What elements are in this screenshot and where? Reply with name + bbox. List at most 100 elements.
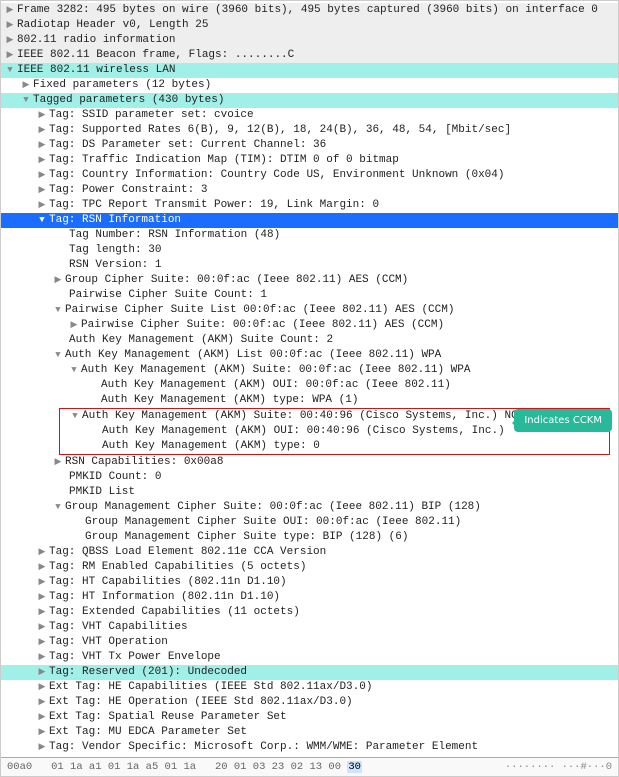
hex-pane[interactable]: 00a0 01 1a a1 01 1a a5 01 1a 20 01 03 23… (1, 757, 618, 776)
label: PMKID Count: 0 (69, 470, 161, 485)
label: Group Management Cipher Suite OUI: 00:0f… (85, 515, 461, 530)
tree-row-beacon[interactable]: ▶IEEE 802.11 Beacon frame, Flags: ......… (1, 48, 618, 63)
disclosure-right-icon: ▶ (37, 665, 47, 680)
disclosure-right-icon: ▶ (37, 168, 47, 183)
tree-row-akmcnt[interactable]: Auth Key Management (AKM) Suite Count: 2 (1, 333, 618, 348)
label: Tag: TPC Report Transmit Power: 19, Link… (49, 198, 379, 213)
tree-row-taglen[interactable]: Tag length: 30 (1, 243, 618, 258)
tree-row-tagged[interactable]: ▼Tagged parameters (430 bytes) (1, 93, 618, 108)
tree-row-akm1-oui[interactable]: Auth Key Management (AKM) OUI: 00:0f:ac … (1, 378, 618, 393)
tree-row-country[interactable]: ▶Tag: Country Information: Country Code … (1, 168, 618, 183)
tree-row-rsnver[interactable]: RSN Version: 1 (1, 258, 618, 273)
tree-row-gmcs[interactable]: ▼Group Management Cipher Suite: 00:0f:ac… (1, 500, 618, 515)
tree-row-gmcs-type[interactable]: Group Management Cipher Suite type: BIP … (1, 530, 618, 545)
tree-row-ext[interactable]: ▶Tag: Extended Capabilities (11 octets) (1, 605, 618, 620)
tree-row-akm2-type[interactable]: Auth Key Management (AKM) type: 0 (60, 439, 609, 454)
disclosure-right-icon: ▶ (37, 153, 47, 168)
tree-row-radio[interactable]: ▶802.11 radio information (1, 33, 618, 48)
label: Auth Key Management (AKM) OUI: 00:40:96 … (102, 424, 505, 439)
callout-text: Indicates CCKM (524, 415, 602, 426)
tree-row-tim[interactable]: ▶Tag: Traffic Indication Map (TIM): DTIM… (1, 153, 618, 168)
tree-row-rsncaps[interactable]: ▶RSN Capabilities: 0x00a8 (1, 455, 618, 470)
hex-offset: 00a0 (7, 761, 32, 773)
tree-row-heop[interactable]: ▶Ext Tag: HE Operation (IEEE Std 802.11a… (1, 695, 618, 710)
label: Fixed parameters (12 bytes) (33, 78, 211, 93)
tree-row-ssid[interactable]: ▶Tag: SSID parameter set: cvoice (1, 108, 618, 123)
disclosure-right-icon: ▶ (69, 318, 79, 333)
tree-row-radiotap[interactable]: ▶Radiotap Header v0, Length 25 (1, 18, 618, 33)
disclosure-down-icon: ▼ (53, 348, 63, 363)
hex-bytes-b: 20 01 03 23 02 13 00 (215, 761, 341, 773)
disclosure-down-icon: ▼ (53, 303, 63, 318)
tree-row-vhtcap[interactable]: ▶Tag: VHT Capabilities (1, 620, 618, 635)
tree-row-pcs[interactable]: ▶Pairwise Cipher Suite: 00:0f:ac (Ieee 8… (1, 318, 618, 333)
label: Auth Key Management (AKM) OUI: 00:0f:ac … (101, 378, 451, 393)
label: Ext Tag: HE Capabilities (IEEE Std 802.1… (49, 680, 372, 695)
tree-row-vendor[interactable]: ▶Tag: Vendor Specific: Microsoft Corp.: … (1, 740, 618, 755)
disclosure-right-icon: ▶ (37, 740, 47, 755)
tree-row-vhtop[interactable]: ▶Tag: VHT Operation (1, 635, 618, 650)
label: Tag: Reserved (201): Undecoded (49, 665, 247, 680)
label: RSN Version: 1 (69, 258, 161, 273)
tree-row-tpc[interactable]: ▶Tag: TPC Report Transmit Power: 19, Lin… (1, 198, 618, 213)
tree-row-pmkidl[interactable]: PMKID List (1, 485, 618, 500)
label: Tag: SSID parameter set: cvoice (49, 108, 254, 123)
tree-row-akm1[interactable]: ▼Auth Key Management (AKM) Suite: 00:0f:… (1, 363, 618, 378)
tree-row-spatial[interactable]: ▶Ext Tag: Spatial Reuse Parameter Set (1, 710, 618, 725)
tree-row-akm1-type[interactable]: Auth Key Management (AKM) type: WPA (1) (1, 393, 618, 408)
tree-row-gmcs-oui[interactable]: Group Management Cipher Suite OUI: 00:0f… (1, 515, 618, 530)
tree-row-pmkidc[interactable]: PMKID Count: 0 (1, 470, 618, 485)
disclosure-right-icon: ▶ (37, 123, 47, 138)
callout-cckm: Indicates CCKM (514, 409, 612, 432)
tree-row-power[interactable]: ▶Tag: Power Constraint: 3 (1, 183, 618, 198)
label: Tag: DS Parameter set: Current Channel: … (49, 138, 326, 153)
label: Tag: Traffic Indication Map (TIM): DTIM … (49, 153, 399, 168)
tree-row-qbss[interactable]: ▶Tag: QBSS Load Element 802.11e CCA Vers… (1, 545, 618, 560)
tree-row-mu[interactable]: ▶Ext Tag: MU EDCA Parameter Set (1, 725, 618, 740)
disclosure-down-icon: ▼ (70, 409, 80, 424)
disclosure-down-icon: ▼ (5, 63, 15, 78)
disclosure-right-icon: ▶ (37, 695, 47, 710)
tree-row-gcs[interactable]: ▶Group Cipher Suite: 00:0f:ac (Ieee 802.… (1, 273, 618, 288)
disclosure-down-icon: ▼ (37, 213, 47, 228)
tree-row-htinfo[interactable]: ▶Tag: HT Information (802.11n D1.10) (1, 590, 618, 605)
label: Tag: VHT Capabilities (49, 620, 188, 635)
label: Group Cipher Suite: 00:0f:ac (Ieee 802.1… (65, 273, 408, 288)
tree-row-vhttx[interactable]: ▶Tag: VHT Tx Power Envelope (1, 650, 618, 665)
hex-bytes-a: 01 1a a1 01 1a a5 01 1a (51, 761, 196, 773)
tree-row-wlan[interactable]: ▼IEEE 802.11 wireless LAN (1, 63, 618, 78)
tree-row-rm[interactable]: ▶Tag: RM Enabled Capabilities (5 octets) (1, 560, 618, 575)
tree-row-rates[interactable]: ▶Tag: Supported Rates 6(B), 9, 12(B), 18… (1, 123, 618, 138)
hex-selected-byte: 30 (347, 761, 362, 773)
label: Tag: Supported Rates 6(B), 9, 12(B), 18,… (49, 123, 511, 138)
label: Tag: Extended Capabilities (11 octets) (49, 605, 300, 620)
tree-row-frame[interactable]: ▶Frame 3282: 495 bytes on wire (3960 bit… (1, 3, 618, 18)
tree-row-fixed[interactable]: ▶Fixed parameters (12 bytes) (1, 78, 618, 93)
disclosure-right-icon: ▶ (37, 680, 47, 695)
label: Tag: VHT Operation (49, 635, 168, 650)
label: Tag: QBSS Load Element 802.11e CCA Versi… (49, 545, 326, 560)
label: PMKID List (69, 485, 135, 500)
tree-row-tagnum[interactable]: Tag Number: RSN Information (48) (1, 228, 618, 243)
tree-row-ds[interactable]: ▶Tag: DS Parameter set: Current Channel:… (1, 138, 618, 153)
tree-row-he[interactable]: ▶Ext Tag: HE Capabilities (IEEE Std 802.… (1, 680, 618, 695)
tree-row-pcscnt[interactable]: Pairwise Cipher Suite Count: 1 (1, 288, 618, 303)
tree-row-htcap[interactable]: ▶Tag: HT Capabilities (802.11n D1.10) (1, 575, 618, 590)
disclosure-right-icon: ▶ (37, 138, 47, 153)
label: Tag: Power Constraint: 3 (49, 183, 207, 198)
label: Group Management Cipher Suite type: BIP … (85, 530, 408, 545)
disclosure-down-icon: ▼ (69, 363, 79, 378)
tree-row-reserved[interactable]: ▶Tag: Reserved (201): Undecoded (1, 665, 618, 680)
label: Auth Key Management (AKM) Suite Count: 2 (69, 333, 333, 348)
disclosure-right-icon: ▶ (37, 650, 47, 665)
disclosure-right-icon: ▶ (37, 620, 47, 635)
label: Tag: Vendor Specific: Microsoft Corp.: W… (49, 740, 478, 755)
tree-row-rsn[interactable]: ▼Tag: RSN Information (1, 213, 618, 228)
tree-row-akmlist[interactable]: ▼Auth Key Management (AKM) List 00:0f:ac… (1, 348, 618, 363)
disclosure-down-icon: ▼ (53, 500, 63, 515)
disclosure-right-icon: ▶ (37, 605, 47, 620)
disclosure-right-icon: ▶ (37, 183, 47, 198)
label: Ext Tag: Spatial Reuse Parameter Set (49, 710, 287, 725)
label: Tag: Country Information: Country Code U… (49, 168, 504, 183)
tree-row-pcslist[interactable]: ▼Pairwise Cipher Suite List 00:0f:ac (Ie… (1, 303, 618, 318)
